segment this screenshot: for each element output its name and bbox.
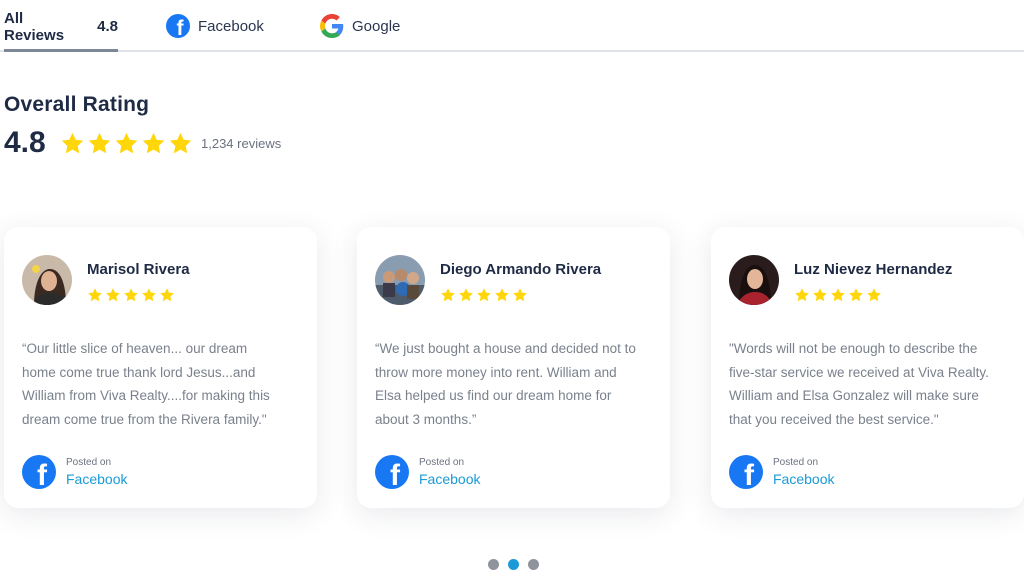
posted-text: Posted on Facebook xyxy=(419,456,480,488)
star-icon xyxy=(88,132,111,153)
star-icon xyxy=(477,288,491,302)
star-icon xyxy=(867,288,881,302)
tab-google[interactable]: Google xyxy=(320,0,400,52)
review-card: Marisol Rivera “Our little slice of heav… xyxy=(4,227,317,508)
pagination-dot-2-active[interactable] xyxy=(508,559,519,570)
review-source[interactable]: f Posted on Facebook xyxy=(22,455,127,492)
review-text: “Our little slice of heaven... our dream… xyxy=(22,341,270,427)
review-text: "Words will not be enough to describe th… xyxy=(729,341,989,427)
review-text: “We just bought a house and decided not … xyxy=(375,341,636,427)
star-icon xyxy=(142,132,165,153)
reviewer-name: Diego Armando Rivera xyxy=(440,261,602,278)
posted-on-label: Posted on xyxy=(66,457,112,468)
posted-text: Posted on Facebook xyxy=(773,456,834,488)
facebook-icon: f xyxy=(166,14,190,40)
star-icon xyxy=(61,132,84,153)
review-source[interactable]: f Posted on Facebook xyxy=(729,455,834,492)
star-icon xyxy=(124,288,138,302)
star-icon xyxy=(115,132,138,153)
posted-text: Posted on Facebook xyxy=(66,456,127,488)
google-icon xyxy=(320,14,344,38)
posted-source-link[interactable]: Facebook xyxy=(773,470,834,488)
overall-rating-title: Overall Rating xyxy=(4,93,150,116)
tab-all-reviews-score: 4.8 xyxy=(97,18,118,35)
avatar xyxy=(729,255,779,305)
avatar xyxy=(22,255,72,305)
star-icon xyxy=(795,288,809,302)
star-icon xyxy=(831,288,845,302)
overall-score: 4.8 xyxy=(4,126,46,159)
overall-rating-row: 4.8 1,234 reviews xyxy=(4,126,281,160)
review-stars xyxy=(87,287,175,303)
star-icon xyxy=(441,288,455,302)
star-icon xyxy=(495,288,509,302)
facebook-icon: f xyxy=(22,455,56,492)
posted-source-link[interactable]: Facebook xyxy=(419,470,480,488)
review-tabs: All Reviews 4.8 f Facebook Google xyxy=(0,0,1024,52)
star-icon xyxy=(169,132,192,153)
review-card: Luz Nievez Hernandez "Words will not be … xyxy=(711,227,1024,508)
carousel-pagination xyxy=(488,559,539,570)
star-icon xyxy=(106,288,120,302)
avatar xyxy=(375,255,425,305)
star-icon xyxy=(88,288,102,302)
star-icon xyxy=(849,288,863,302)
star-icon xyxy=(142,288,156,302)
star-icon xyxy=(160,288,174,302)
reviewer-name: Marisol Rivera xyxy=(87,261,190,278)
tab-all-reviews[interactable]: All Reviews 4.8 xyxy=(4,0,118,52)
review-stars xyxy=(440,287,528,303)
tab-google-label: Google xyxy=(352,17,401,35)
pagination-dot-3[interactable] xyxy=(528,559,539,570)
tab-facebook-label: Facebook xyxy=(198,17,264,35)
posted-on-label: Posted on xyxy=(419,457,465,468)
review-source[interactable]: f Posted on Facebook xyxy=(375,455,480,492)
facebook-icon: f xyxy=(729,455,763,492)
pagination-dot-1[interactable] xyxy=(488,559,499,570)
overall-stars xyxy=(60,131,193,156)
posted-on-label: Posted on xyxy=(773,457,819,468)
star-icon xyxy=(513,288,527,302)
star-icon xyxy=(813,288,827,302)
review-stars xyxy=(794,287,882,303)
tab-all-reviews-label: All Reviews xyxy=(4,9,65,44)
review-count: 1,234 reviews xyxy=(201,135,282,151)
reviewer-name: Luz Nievez Hernandez xyxy=(794,261,953,278)
star-icon xyxy=(459,288,473,302)
posted-source-link[interactable]: Facebook xyxy=(66,470,127,488)
facebook-icon: f xyxy=(375,455,409,492)
review-card: Diego Armando Rivera “We just bought a h… xyxy=(357,227,670,508)
tab-facebook[interactable]: f Facebook xyxy=(166,0,264,52)
